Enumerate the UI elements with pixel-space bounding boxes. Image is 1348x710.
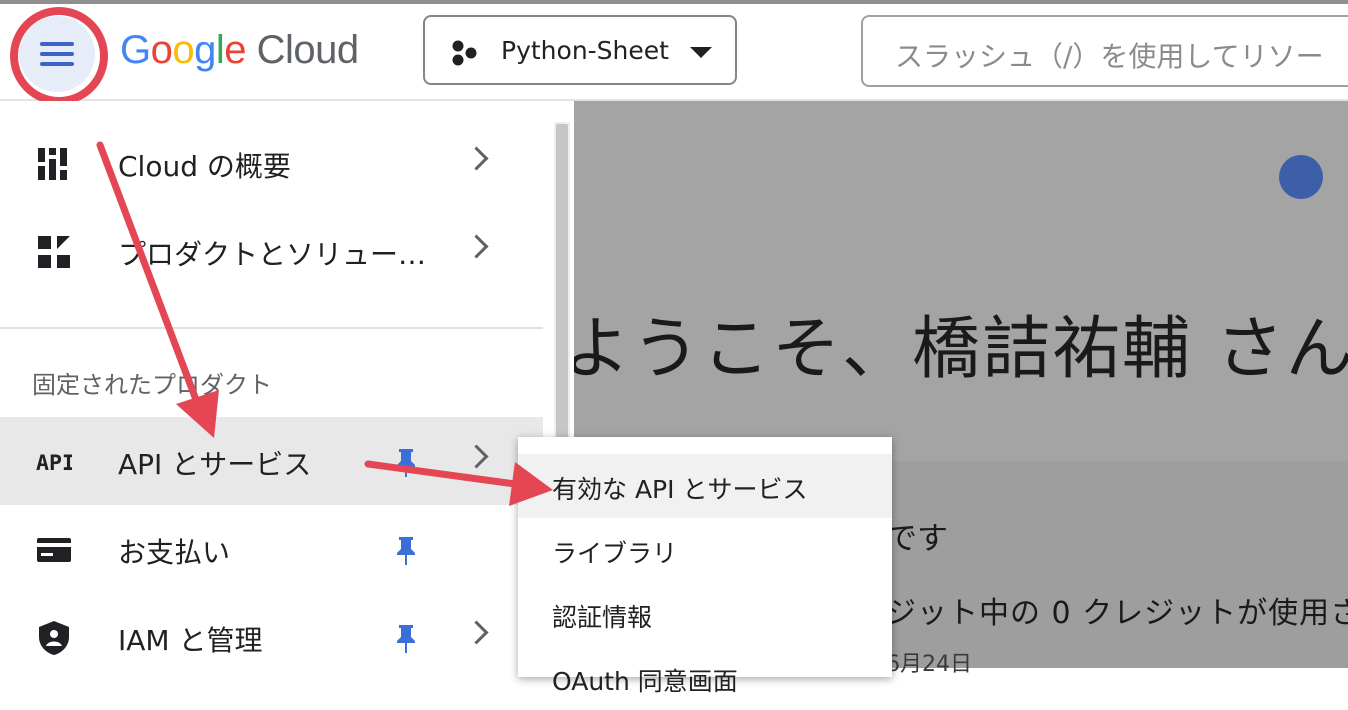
chevron-right-icon: [464, 620, 489, 645]
welcome-banner: [574, 101, 1348, 461]
divider: [0, 327, 543, 329]
pin-icon[interactable]: [395, 448, 417, 478]
pin-icon[interactable]: [395, 624, 417, 654]
credit-text: ジット中の 0 クレジットが使用さ: [886, 596, 1348, 631]
nav-item-billing[interactable]: お支払い: [0, 505, 543, 593]
nav-item-label: プロダクトとソリュー…: [118, 238, 427, 271]
nav-item-label: IAM と管理: [118, 624, 263, 657]
project-selector[interactable]: Python-Sheet: [423, 15, 737, 85]
annotation-circle: [10, 7, 108, 105]
submenu-item-label: 有効な API とサービス: [552, 475, 808, 504]
grid-icon: [38, 236, 70, 268]
dropdown-caret-icon: [690, 47, 712, 58]
pin-icon[interactable]: [395, 536, 417, 566]
avatar: [1279, 155, 1323, 199]
submenu-item-label: OAuth 同意画面: [552, 667, 738, 696]
nav-item-label: お支払い: [118, 536, 231, 569]
submenu-item-label: ライブラリ: [552, 539, 678, 568]
nav-item-cloud-overview[interactable]: Cloud の概要: [0, 119, 543, 207]
nav-item-api-services[interactable]: API API とサービス: [0, 417, 543, 505]
nav-item-label: API とサービス: [118, 448, 312, 481]
search-placeholder: スラッシュ（/）を使用してリソー: [895, 40, 1324, 73]
submenu-item-oauth-consent[interactable]: OAuth 同意画面: [518, 646, 892, 710]
card-text: です: [886, 521, 948, 557]
project-hexagon-icon: [452, 40, 477, 66]
nav-item-label: Cloud の概要: [118, 150, 291, 183]
submenu-item-credentials[interactable]: 認証情報: [518, 582, 892, 646]
submenu-item-enabled-apis[interactable]: 有効な API とサービス: [518, 454, 892, 518]
chevron-right-icon: [464, 146, 489, 171]
api-icon: API: [36, 451, 72, 476]
billing-icon: [37, 538, 71, 562]
logo-google: Google: [120, 28, 247, 72]
project-name: Python-Sheet: [501, 36, 669, 65]
nav-item-products[interactable]: プロダクトとソリュー…: [0, 207, 543, 295]
shield-icon: [39, 621, 69, 655]
search-box[interactable]: スラッシュ（/）を使用してリソー: [861, 15, 1348, 87]
google-cloud-logo[interactable]: Google Cloud: [120, 28, 359, 73]
welcome-heading: ようこそ、橋詰祐輔 さん: [562, 310, 1348, 389]
chevron-right-icon: [464, 444, 489, 469]
top-bar: Google Cloud Python-Sheet スラッシュ（/）を使用してリ…: [0, 4, 1348, 105]
submenu-item-label: 認証情報: [552, 603, 653, 632]
submenu-item-library[interactable]: ライブラリ: [518, 518, 892, 582]
svg-text:API: API: [36, 451, 72, 476]
logo-cloud: Cloud: [256, 28, 360, 72]
date-text: 6月24日: [886, 652, 972, 677]
chevron-right-icon: [464, 234, 489, 259]
pinned-section-label: 固定されたプロダクト: [32, 371, 272, 399]
dashboard-icon: [38, 148, 67, 180]
api-submenu: 有効な API とサービス ライブラリ 認証情報 OAuth 同意画面: [518, 437, 892, 696]
